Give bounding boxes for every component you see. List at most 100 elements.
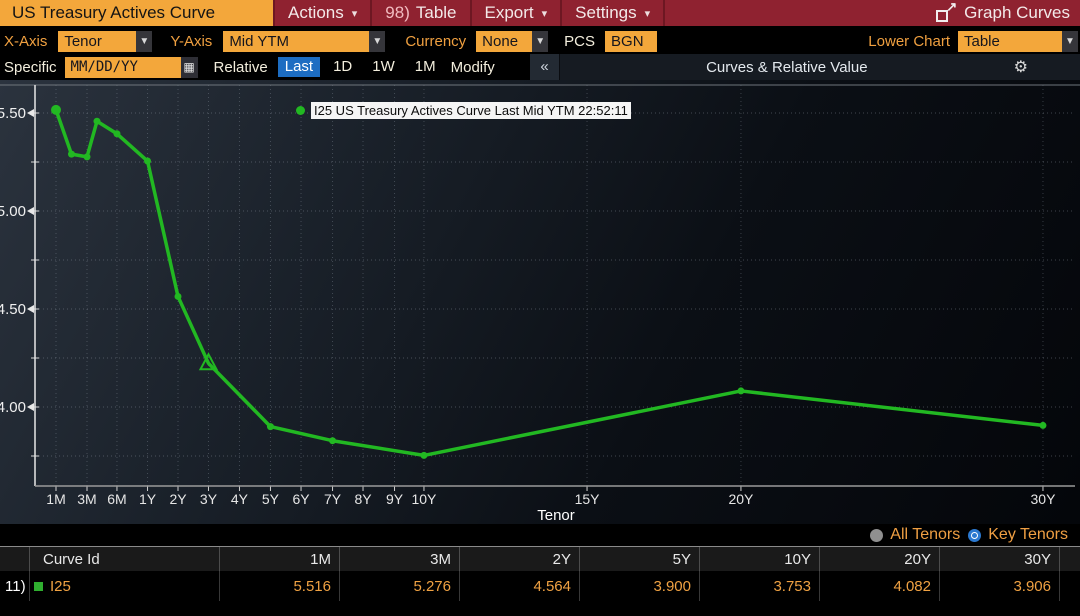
x-tick-label: 9Y xyxy=(386,491,404,507)
settings-menu[interactable]: Settings ▾ xyxy=(560,0,663,26)
all-tenors-radio[interactable]: All Tenors xyxy=(870,526,960,544)
currency-label: Currency xyxy=(405,33,466,50)
col-header-10y[interactable]: 10Y xyxy=(700,547,820,571)
y-axis-arrow-icon xyxy=(27,305,34,313)
chevron-down-icon: ▼ xyxy=(136,31,152,52)
value-1m: 5.516 xyxy=(220,571,340,601)
data-point-2Y[interactable] xyxy=(175,293,182,300)
x-tick-label: 10Y xyxy=(411,491,437,507)
y-axis-select[interactable]: Mid YTM ▼ xyxy=(223,31,385,52)
data-point-4M[interactable] xyxy=(93,118,100,125)
pcs-label: PCS xyxy=(564,33,595,50)
data-point-7Y[interactable] xyxy=(329,437,336,444)
all-tenors-label: All Tenors xyxy=(890,526,960,544)
x-tick-label: 3Y xyxy=(200,491,218,507)
relative-option-1m[interactable]: 1M xyxy=(408,57,443,77)
data-point-3M[interactable] xyxy=(84,153,91,160)
x-tick-label: 6Y xyxy=(292,491,310,507)
row-number: 11) xyxy=(0,571,30,601)
titlebar-spacer xyxy=(663,0,936,26)
curve-table: Curve Id 1M 3M 2Y 5Y 10Y 20Y 30Y 11) I25… xyxy=(0,546,1080,601)
series-dot-icon xyxy=(296,106,305,115)
curve-I25[interactable] xyxy=(56,110,1043,456)
data-point-2M[interactable] xyxy=(68,151,75,158)
bottom-filler xyxy=(0,601,1080,616)
actions-menu[interactable]: Actions ▾ xyxy=(273,0,370,26)
modify-button[interactable]: Modify xyxy=(451,59,495,76)
data-point-5Y[interactable] xyxy=(267,423,274,430)
export-menu[interactable]: Export ▾ xyxy=(470,0,561,26)
gear-icon[interactable]: ⚙ xyxy=(1014,57,1028,77)
data-point-30Y[interactable] xyxy=(1039,422,1046,429)
x-tick-label: 4Y xyxy=(231,491,249,507)
specific-date-input[interactable]: MM/DD/YY xyxy=(65,57,181,78)
table-header-row: Curve Id 1M 3M 2Y 5Y 10Y 20Y 30Y xyxy=(0,547,1080,571)
key-tenors-label: Key Tenors xyxy=(988,526,1068,544)
col-header-30y[interactable]: 30Y xyxy=(940,547,1060,571)
shortcut-number: 98) xyxy=(385,3,410,23)
x-tick-label: 30Y xyxy=(1031,491,1057,507)
value-30y: 3.906 xyxy=(940,571,1060,601)
data-point-10Y[interactable] xyxy=(420,452,427,459)
y-tick-label: 4.50 xyxy=(0,301,26,318)
relative-option-1d[interactable]: 1D xyxy=(326,57,359,77)
x-tick-label: 20Y xyxy=(728,491,754,507)
yield-curve-plot[interactable]: 1M3M6M1Y2Y3Y4Y5Y6Y7Y8Y9Y10Y15Y20Y30Y5.50… xyxy=(0,80,1080,524)
y-tick-label: 5.50 xyxy=(0,105,26,122)
x-tick-label: 5Y xyxy=(262,491,280,507)
radio-selected-icon xyxy=(968,529,981,542)
relative-option-last[interactable]: Last xyxy=(278,57,320,77)
data-point-6M[interactable] xyxy=(113,130,120,137)
curves-relative-value-panel: « Curves & Relative Value ⚙ xyxy=(530,54,1080,80)
value-10y: 3.753 xyxy=(700,571,820,601)
export-menu-label: Export xyxy=(485,3,534,23)
data-point-20Y[interactable] xyxy=(737,387,744,394)
chevron-down-icon: ▼ xyxy=(1062,31,1078,52)
col-header-5y[interactable]: 5Y xyxy=(580,547,700,571)
col-header-20y[interactable]: 20Y xyxy=(820,547,940,571)
pop-out-icon[interactable]: ↗ xyxy=(936,3,956,23)
value-20y: 4.082 xyxy=(820,571,940,601)
y-axis-arrow-icon xyxy=(27,207,34,215)
panel-title: Curves & Relative Value xyxy=(560,59,1014,76)
lower-chart-select[interactable]: Table ▼ xyxy=(958,31,1078,52)
table-row[interactable]: 11) I25 5.516 5.276 4.564 3.900 3.753 4.… xyxy=(0,571,1080,601)
y-axis-label: Y-Axis xyxy=(170,33,212,50)
col-header-1m[interactable]: 1M xyxy=(220,547,340,571)
table-shortcut-label: Table xyxy=(416,3,457,23)
col-header-2y[interactable]: 2Y xyxy=(460,547,580,571)
table-shortcut-button[interactable]: 98) Table xyxy=(370,0,469,26)
currency-select[interactable]: None ▼ xyxy=(476,31,548,52)
y-tick-label: 4.00 xyxy=(0,399,26,416)
data-point-1Y[interactable] xyxy=(144,158,151,165)
collapse-panel-button[interactable]: « xyxy=(530,54,560,80)
settings-menu-label: Settings xyxy=(575,3,636,23)
key-tenors-radio[interactable]: Key Tenors xyxy=(968,526,1068,544)
x-tick-label: 7Y xyxy=(324,491,342,507)
pcs-field[interactable]: BGN xyxy=(605,31,657,52)
chart-legend[interactable]: I25 US Treasury Actives Curve Last Mid Y… xyxy=(296,102,631,119)
x-axis-title: Tenor xyxy=(537,507,575,524)
relative-label: Relative xyxy=(214,59,268,76)
x-axis-select[interactable]: Tenor ▼ xyxy=(58,31,152,52)
chevron-down-icon: ▾ xyxy=(645,7,651,20)
curve-id-cell: I25 xyxy=(30,571,220,601)
row-number-header xyxy=(0,547,30,571)
specific-label: Specific xyxy=(4,59,57,76)
tenor-toggle-row: All Tenors Key Tenors xyxy=(0,524,1080,546)
chevron-down-icon: ▼ xyxy=(369,31,385,52)
data-point-1M[interactable] xyxy=(51,105,61,115)
x-axis-label: X-Axis xyxy=(4,33,47,50)
x-tick-label: 1Y xyxy=(139,491,157,507)
x-tick-label: 2Y xyxy=(169,491,187,507)
x-tick-label: 8Y xyxy=(354,491,372,507)
calendar-icon[interactable]: ▦ xyxy=(181,57,198,78)
relative-option-1w[interactable]: 1W xyxy=(365,57,402,77)
page-title: US Treasury Actives Curve xyxy=(0,0,273,26)
x-tick-label: 6M xyxy=(107,491,126,507)
graph-curves-app: US Treasury Actives Curve Actions ▾ 98) … xyxy=(0,0,1080,616)
curve-id-header: Curve Id xyxy=(30,547,220,571)
col-header-3m[interactable]: 3M xyxy=(340,547,460,571)
legend-text: I25 US Treasury Actives Curve Last Mid Y… xyxy=(311,102,631,119)
y-tick-label: 5.00 xyxy=(0,203,26,220)
